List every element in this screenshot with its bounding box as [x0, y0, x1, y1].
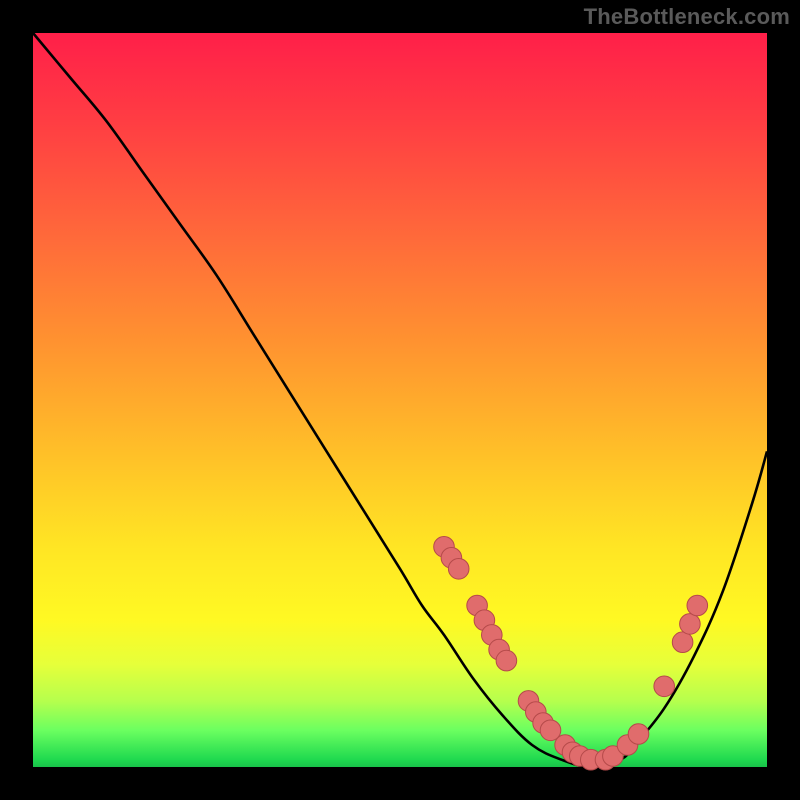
curve-marker — [628, 724, 649, 745]
curve-marker — [672, 632, 693, 653]
chart-frame: TheBottleneck.com — [0, 0, 800, 800]
plot-area — [33, 33, 767, 767]
watermark-text: TheBottleneck.com — [584, 4, 790, 30]
curve-marker — [448, 559, 469, 580]
curve-layer — [33, 33, 767, 767]
curve-markers — [434, 537, 708, 771]
curve-marker — [654, 676, 675, 697]
curve-marker — [680, 614, 701, 635]
curve-marker — [496, 650, 517, 671]
bottleneck-curve — [33, 33, 767, 767]
curve-marker — [687, 595, 708, 616]
